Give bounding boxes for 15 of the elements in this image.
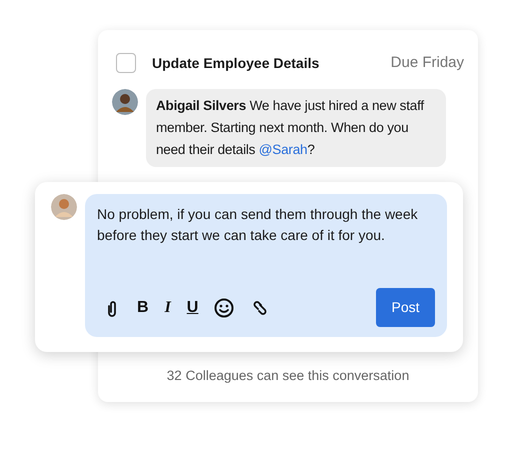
post-button[interactable]: Post	[376, 288, 435, 327]
task-title: Update Employee Details	[152, 54, 320, 73]
underline-button[interactable]: U	[186, 300, 198, 316]
emoji-icon[interactable]	[214, 298, 234, 318]
mention-link[interactable]: @Sarah	[258, 142, 308, 156]
bold-button[interactable]: B	[137, 300, 149, 316]
avatar	[51, 194, 77, 220]
comment-text: Abigail Silvers We have just hired a new staff member. Starting next month. When do you need their details @Sarah?	[146, 88, 446, 166]
due-date: Due Friday	[390, 53, 464, 73]
italic-button[interactable]: I	[164, 300, 171, 316]
checkbox[interactable]	[116, 53, 136, 74]
reply-editor[interactable]: No problem, if you can send them through the week before they start we can take care of it for you. B I U Post	[85, 194, 447, 337]
reply-field[interactable]: No problem, if you can send them through the week before they start we can take care of it for you.	[97, 204, 435, 254]
avatar	[112, 88, 138, 114]
visibility-note: 32 Colleagues can see this conversation	[166, 366, 410, 385]
